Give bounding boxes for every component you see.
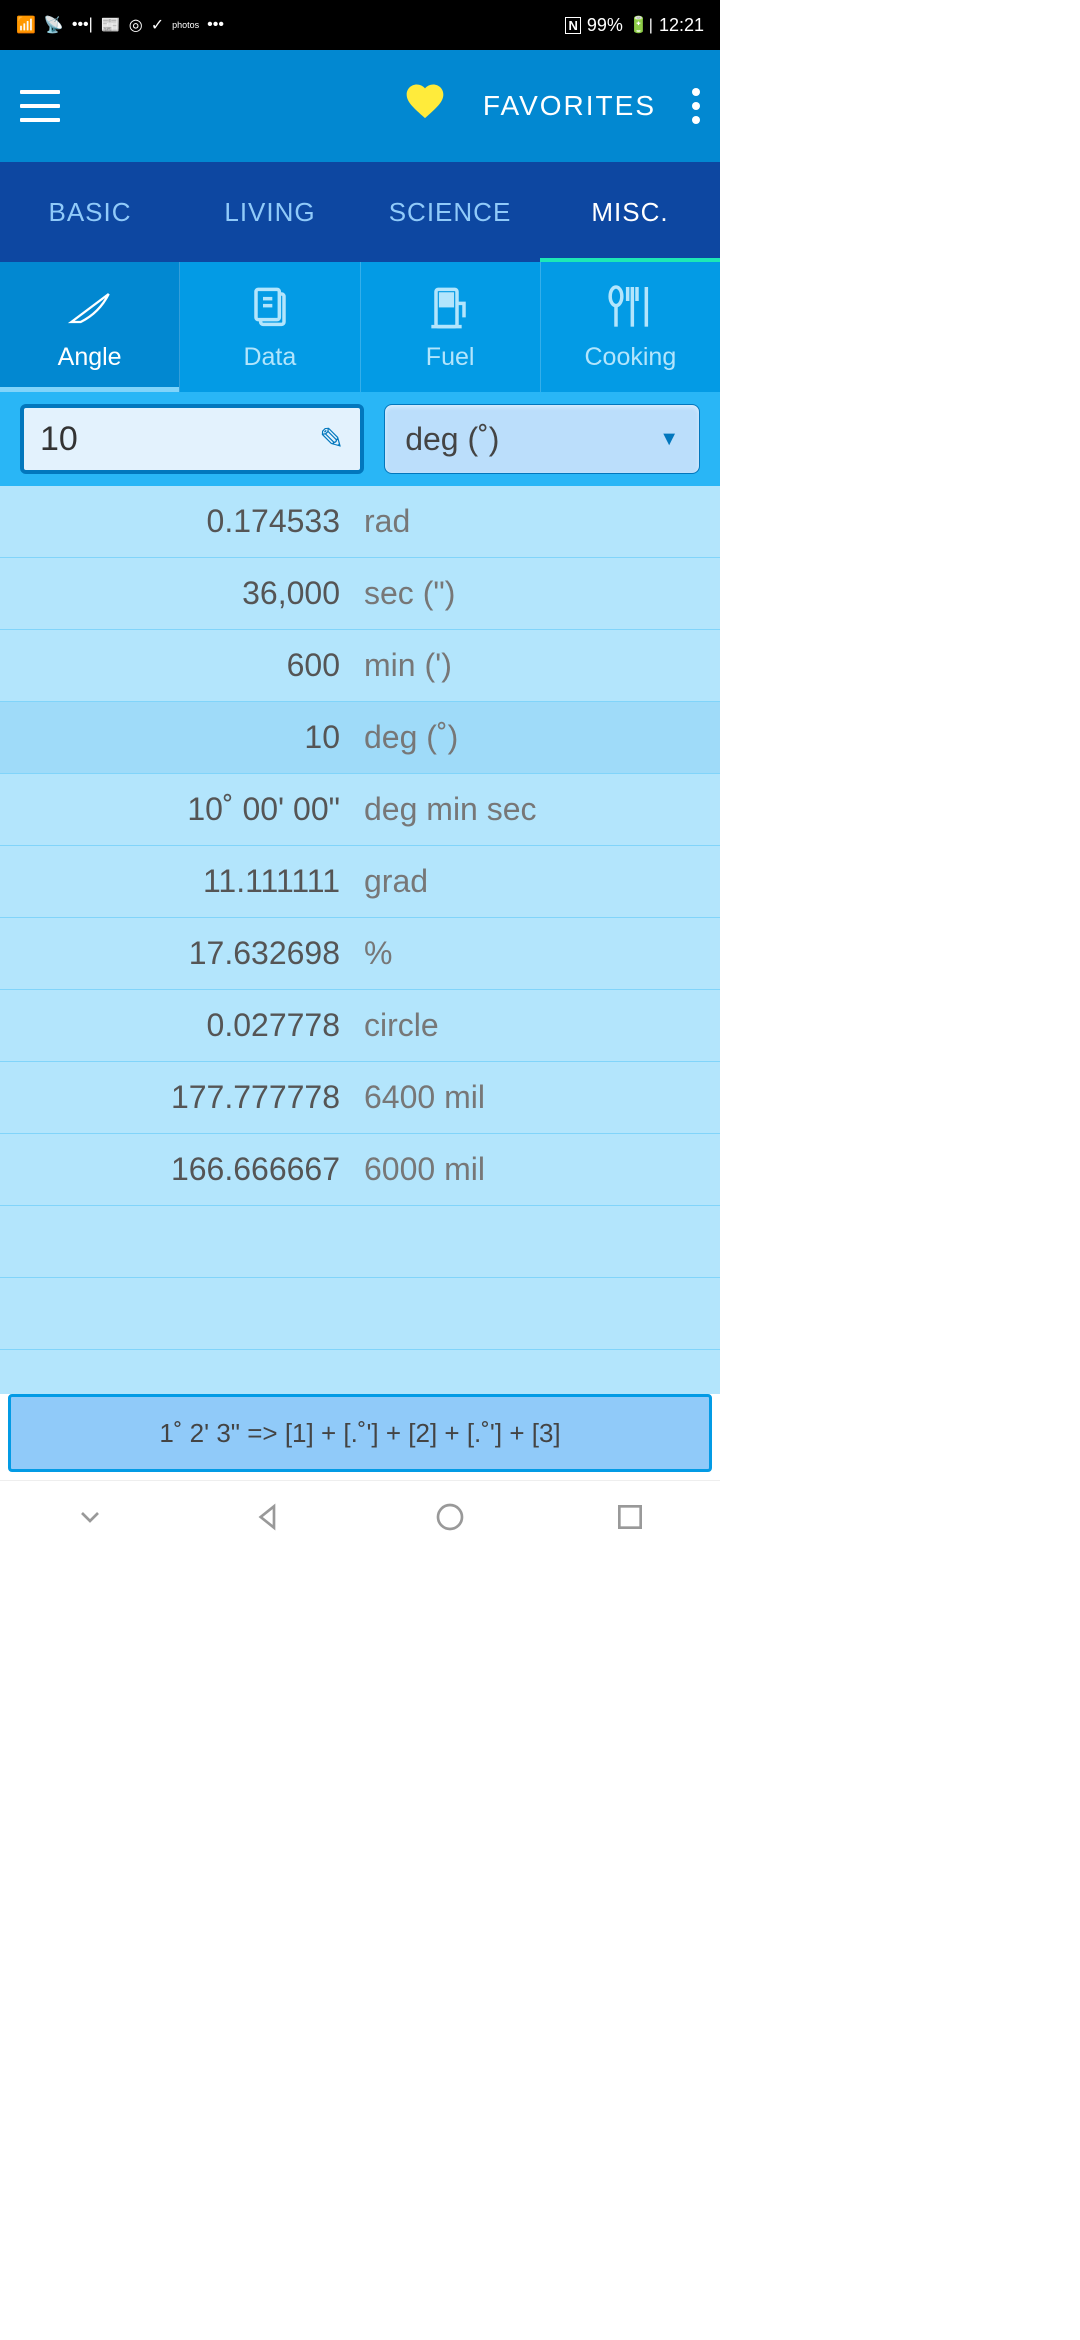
result-value: 0.027778 bbox=[0, 1007, 360, 1044]
result-row[interactable]: 10 deg (˚) bbox=[0, 702, 720, 774]
result-row[interactable]: 10˚ 00' 00" deg min sec bbox=[0, 774, 720, 846]
hint-text: 1˚ 2' 3" => [1] + [.˚'] + [2] + [.˚'] + … bbox=[159, 1418, 560, 1449]
nav-home-icon[interactable] bbox=[434, 1501, 466, 1541]
subtab-cooking[interactable]: Cooking bbox=[541, 262, 720, 392]
result-unit: sec (") bbox=[360, 575, 720, 612]
tab-misc[interactable]: MISC. bbox=[540, 162, 720, 262]
subtab-label: Data bbox=[243, 343, 296, 372]
result-unit: min (') bbox=[360, 647, 720, 684]
tab-label: BASIC bbox=[48, 197, 131, 228]
menu-icon[interactable] bbox=[20, 90, 60, 122]
result-value: 17.632698 bbox=[0, 935, 360, 972]
result-value: 10 bbox=[0, 719, 360, 756]
result-value: 36,000 bbox=[0, 575, 360, 612]
nav-down-icon[interactable] bbox=[74, 1501, 106, 1541]
angle-icon bbox=[62, 283, 118, 333]
subtab-angle[interactable]: Angle bbox=[0, 262, 180, 392]
subtab-fuel[interactable]: Fuel bbox=[361, 262, 541, 392]
fuel-icon bbox=[422, 283, 478, 333]
result-unit: rad bbox=[360, 503, 720, 540]
input-row: 10 ✎ deg (˚) ▼ bbox=[0, 392, 720, 486]
clock: 12:21 bbox=[659, 15, 704, 36]
subtab-label: Fuel bbox=[426, 343, 475, 372]
value-input[interactable]: 10 ✎ bbox=[20, 404, 364, 474]
subtab-label: Cooking bbox=[585, 343, 677, 372]
cooking-icon bbox=[602, 283, 658, 333]
more-icon[interactable] bbox=[692, 88, 700, 124]
nav-back-icon[interactable] bbox=[254, 1501, 286, 1541]
result-unit: 6000 mil bbox=[360, 1151, 720, 1188]
result-value: 600 bbox=[0, 647, 360, 684]
tab-living[interactable]: LIVING bbox=[180, 162, 360, 262]
chrome-icon: ◎ bbox=[129, 15, 143, 35]
favorites-button[interactable]: FAVORITES bbox=[483, 90, 656, 122]
check-icon: ✓ bbox=[151, 15, 164, 35]
result-row[interactable]: 36,000 sec (") bbox=[0, 558, 720, 630]
nav-recent-icon[interactable] bbox=[614, 1501, 646, 1541]
result-row-empty bbox=[0, 1278, 720, 1350]
battery-icon: 🔋| bbox=[629, 15, 653, 35]
notification-dots-icon: •••| bbox=[72, 16, 93, 34]
tab-science[interactable]: SCIENCE bbox=[360, 162, 540, 262]
results-list[interactable]: 0.174533 rad 36,000 sec (") 600 min (') … bbox=[0, 486, 720, 1394]
unit-selector[interactable]: deg (˚) ▼ bbox=[384, 404, 700, 474]
result-unit: deg min sec bbox=[360, 791, 720, 828]
result-row[interactable]: 177.777778 6400 mil bbox=[0, 1062, 720, 1134]
tab-label: LIVING bbox=[224, 197, 315, 228]
result-value: 0.174533 bbox=[0, 503, 360, 540]
input-value: 10 bbox=[40, 420, 78, 459]
app-bar: FAVORITES bbox=[0, 50, 720, 162]
result-unit: 6400 mil bbox=[360, 1079, 720, 1116]
wifi-icon: 📡 bbox=[44, 15, 64, 35]
result-value: 10˚ 00' 00" bbox=[0, 791, 360, 828]
sub-tabs: Angle Data Fuel Cooking bbox=[0, 262, 720, 392]
hint-bar: 1˚ 2' 3" => [1] + [.˚'] + [2] + [.˚'] + … bbox=[8, 1394, 712, 1472]
result-row[interactable]: 17.632698 % bbox=[0, 918, 720, 990]
selected-unit: deg (˚) bbox=[405, 421, 499, 458]
result-row[interactable]: 0.174533 rad bbox=[0, 486, 720, 558]
result-row[interactable]: 166.666667 6000 mil bbox=[0, 1134, 720, 1206]
tab-label: SCIENCE bbox=[389, 197, 512, 228]
result-value: 166.666667 bbox=[0, 1151, 360, 1188]
calendar-icon: 📰 bbox=[101, 15, 121, 35]
more-notifications-icon: ••• bbox=[207, 16, 224, 34]
result-row[interactable]: 600 min (') bbox=[0, 630, 720, 702]
result-row[interactable]: 11.111111 grad bbox=[0, 846, 720, 918]
heart-icon[interactable] bbox=[403, 79, 447, 134]
chevron-down-icon: ▼ bbox=[659, 428, 679, 451]
status-bar: 📶 📡 •••| 📰 ◎ ✓ photos ••• N 99% 🔋| 12:21 bbox=[0, 0, 720, 50]
result-value: 11.111111 bbox=[0, 863, 360, 900]
data-icon bbox=[242, 283, 298, 333]
result-value: 177.777778 bbox=[0, 1079, 360, 1116]
result-unit: % bbox=[360, 935, 720, 972]
result-row[interactable]: 0.027778 circle bbox=[0, 990, 720, 1062]
battery-percent: 99% bbox=[587, 15, 623, 36]
result-unit: circle bbox=[360, 1007, 720, 1044]
nav-bar bbox=[0, 1480, 720, 1560]
tab-label: MISC. bbox=[591, 197, 668, 228]
result-unit: grad bbox=[360, 863, 720, 900]
pencil-icon: ✎ bbox=[319, 422, 344, 457]
subtab-data[interactable]: Data bbox=[180, 262, 360, 392]
result-unit: deg (˚) bbox=[360, 719, 720, 756]
main-tabs: BASIC LIVING SCIENCE MISC. bbox=[0, 162, 720, 262]
tab-basic[interactable]: BASIC bbox=[0, 162, 180, 262]
nfc-icon: N bbox=[565, 17, 580, 34]
signal-icon: 📶 bbox=[16, 15, 36, 35]
result-row-empty bbox=[0, 1206, 720, 1278]
subtab-label: Angle bbox=[58, 343, 122, 372]
photos-icon: photos bbox=[172, 20, 199, 30]
